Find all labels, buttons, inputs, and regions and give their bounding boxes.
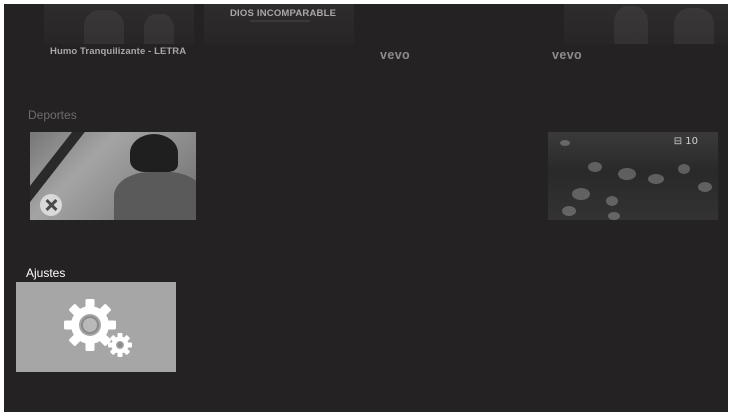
- sports-tile-stadium[interactable]: ⊟ 10: [548, 132, 718, 220]
- close-icon: [40, 194, 62, 216]
- music-thumbnail-4[interactable]: [564, 4, 728, 44]
- music-caption-1: Humo Tranquilizante - LETRA: [50, 46, 187, 57]
- tv-home-screen: DIOS INCOMPARABLE Humo Tranquilizante - …: [4, 4, 728, 412]
- scoreboard-text: ⊟ 10: [673, 136, 698, 147]
- gear-icon: [64, 299, 132, 357]
- settings-tile[interactable]: [16, 282, 176, 372]
- album-title-text: DIOS INCOMPARABLE: [230, 8, 337, 19]
- vevo-logo-2: vevo: [552, 48, 583, 62]
- music-row: DIOS INCOMPARABLE Humo Tranquilizante - …: [4, 4, 728, 76]
- section-title-sports: Deportes: [28, 108, 77, 122]
- sports-tile-baseball[interactable]: [30, 132, 196, 220]
- album-subtitle-line: [250, 20, 310, 22]
- section-title-settings: Ajustes: [26, 266, 66, 280]
- player-body-shape: [114, 172, 196, 220]
- vevo-logo-1: vevo: [380, 48, 411, 62]
- player-helmet-shape: [130, 134, 178, 172]
- music-thumbnail-1[interactable]: [44, 4, 194, 44]
